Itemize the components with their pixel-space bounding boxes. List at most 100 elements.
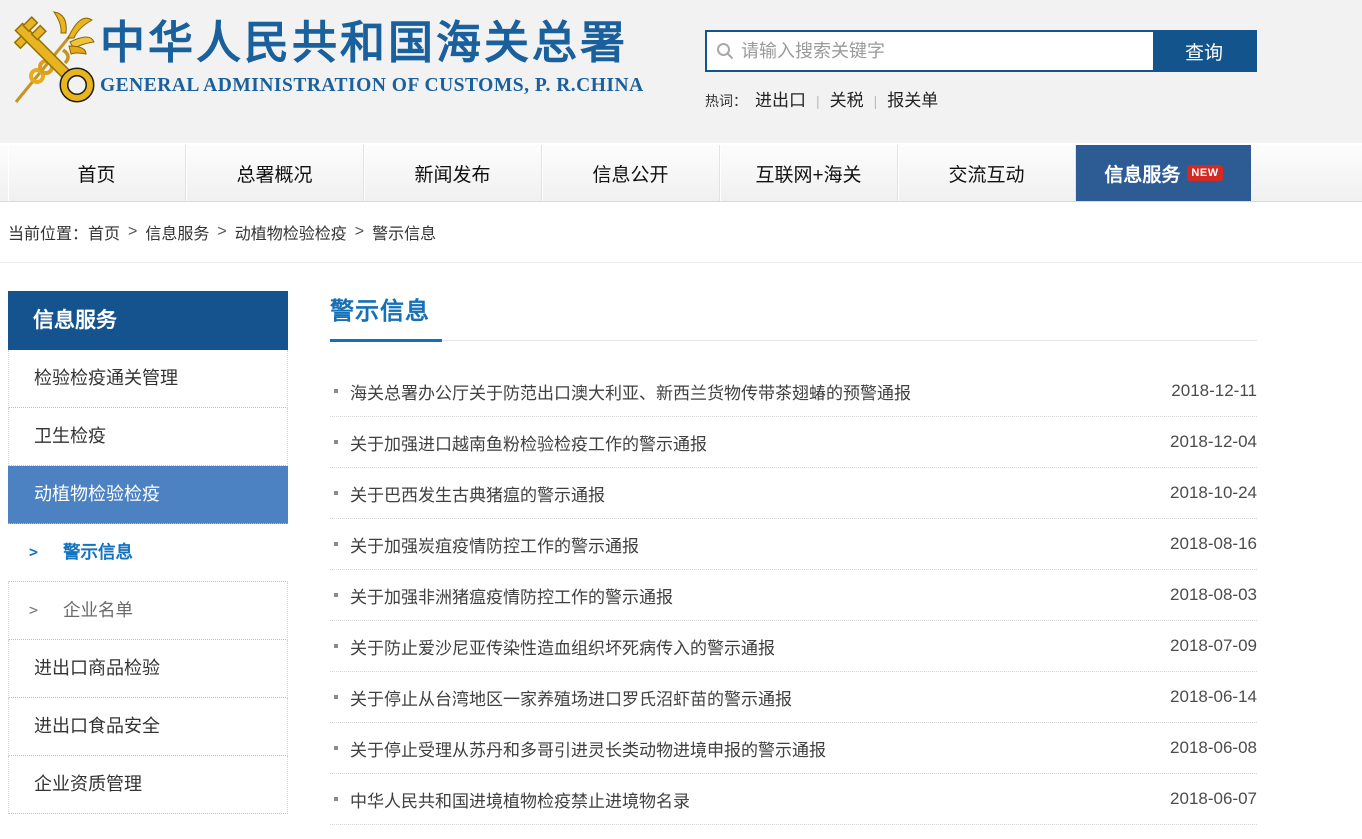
- notice-link[interactable]: 关于停止从台湾地区一家养殖场进口罗氏沼虾苗的警示通报: [350, 685, 1150, 710]
- chevron-right-icon: >: [29, 524, 38, 581]
- nav-item-label: 信息服务: [1104, 160, 1180, 187]
- nav-item[interactable]: 交流互动: [898, 145, 1076, 201]
- nav-item[interactable]: 新闻发布: [364, 145, 542, 201]
- hot-words-label: 热词：: [705, 91, 747, 111]
- notice-link[interactable]: 海关总署办公厅关于防范出口澳大利亚、新西兰货物传带茶翅蝽的预警通报: [350, 379, 1151, 404]
- notice-link[interactable]: 关于加强进口越南鱼粉检验检疫工作的警示通报: [350, 430, 1150, 455]
- title-accent-bar: [330, 339, 442, 342]
- list-item[interactable]: 关于加强非洲猪瘟疫情防控工作的警示通报 2018-08-03: [330, 570, 1257, 621]
- main-nav: 首页 总署概况 新闻发布 信息公开 互联网+海关 交流互动 信息服务 NEW: [0, 143, 1362, 202]
- sidebar-item[interactable]: 卫生检疫: [8, 408, 288, 466]
- sidebar-item[interactable]: > 企业名单: [8, 582, 288, 640]
- notice-date: 2018-06-08: [1170, 738, 1257, 758]
- sidebar-item-label: 动植物检验检疫: [34, 466, 160, 523]
- nav-item-label: 交流互动: [948, 160, 1024, 187]
- sidebar-item-label: 进出口商品检验: [34, 640, 160, 697]
- breadcrumb-link[interactable]: 警示信息: [372, 220, 436, 244]
- notice-date: 2018-06-14: [1170, 687, 1257, 707]
- notice-list: 海关总署办公厅关于防范出口澳大利亚、新西兰货物传带茶翅蝽的预警通报 2018-1…: [330, 366, 1257, 825]
- breadcrumb-link[interactable]: 首页: [88, 220, 120, 244]
- list-item[interactable]: 关于停止受理从苏丹和多哥引进灵长类动物进境申报的警示通报 2018-06-08: [330, 723, 1257, 774]
- bullet-icon: [334, 797, 338, 801]
- notice-date: 2018-06-07: [1170, 789, 1257, 809]
- bullet-icon: [334, 440, 338, 444]
- breadcrumb-separator: >: [355, 223, 364, 241]
- sidebar: 信息服务 检验检疫通关管理 卫生检疫 动植物检验检疫 > 警示信息 > 企业名单…: [8, 291, 288, 825]
- nav-item-label: 新闻发布: [414, 160, 490, 187]
- notice-date: 2018-08-03: [1170, 585, 1257, 605]
- list-item[interactable]: 关于加强炭疽疫情防控工作的警示通报 2018-08-16: [330, 519, 1257, 570]
- site-title: 中华人民共和国海关总署: [100, 14, 644, 73]
- list-item[interactable]: 中华人民共和国进境植物检疫禁止进境物名录 2018-06-07: [330, 774, 1257, 825]
- sidebar-title: 信息服务: [8, 291, 288, 350]
- customs-key-emblem-icon: [6, 6, 96, 110]
- sidebar-item[interactable]: 动植物检验检疫: [8, 466, 288, 524]
- nav-item-label: 互联网+海关: [755, 160, 861, 187]
- breadcrumb-link[interactable]: 信息服务: [145, 220, 209, 244]
- notice-date: 2018-12-11: [1171, 381, 1257, 401]
- breadcrumb-label: 当前位置：: [8, 220, 88, 244]
- breadcrumb: 当前位置： 首页 > 信息服务 > 动植物检验检疫 > 警示信息: [0, 202, 1362, 263]
- hot-word-link[interactable]: 关税: [830, 86, 864, 111]
- hot-word-link[interactable]: 报关单: [887, 86, 938, 111]
- sidebar-menu: 检验检疫通关管理 卫生检疫 动植物检验检疫 > 警示信息 > 企业名单 进出口商…: [8, 350, 288, 814]
- nav-item-label: 信息公开: [592, 160, 668, 187]
- notice-link[interactable]: 关于巴西发生古典猪瘟的警示通报: [350, 481, 1150, 506]
- notice-link[interactable]: 中华人民共和国进境植物检疫禁止进境物名录: [350, 787, 1150, 812]
- notice-link[interactable]: 关于停止受理从苏丹和多哥引进灵长类动物进境申报的警示通报: [350, 736, 1150, 761]
- nav-item[interactable]: 首页: [8, 145, 186, 201]
- logo: 中华人民共和国海关总署 GENERAL ADMINISTRATION OF CU…: [6, 6, 644, 110]
- sidebar-item-label: 进出口食品安全: [34, 698, 160, 755]
- sidebar-item[interactable]: 进出口食品安全: [8, 698, 288, 756]
- nav-item[interactable]: 总署概况: [186, 145, 364, 201]
- sidebar-item-label: 卫生检疫: [34, 408, 106, 465]
- nav-item[interactable]: 信息公开: [542, 145, 720, 201]
- nav-item[interactable]: 互联网+海关: [720, 145, 898, 201]
- page-header: 中华人民共和国海关总署 GENERAL ADMINISTRATION OF CU…: [0, 0, 1362, 143]
- sidebar-item-label: 企业名单: [63, 582, 133, 639]
- notice-link[interactable]: 关于加强炭疽疫情防控工作的警示通报: [350, 532, 1150, 557]
- hot-word-separator: |: [874, 93, 878, 109]
- bullet-icon: [334, 695, 338, 699]
- site-subtitle: GENERAL ADMINISTRATION OF CUSTOMS, P. R.…: [100, 75, 644, 97]
- nav-item-label: 首页: [77, 160, 115, 187]
- bullet-icon: [334, 389, 338, 393]
- notice-link[interactable]: 关于防止爱沙尼亚传染性造血组织坏死病传入的警示通报: [350, 634, 1150, 659]
- search-bar: 查询: [705, 30, 1257, 72]
- bullet-icon: [334, 593, 338, 597]
- chevron-right-icon: >: [29, 582, 38, 639]
- search-button[interactable]: 查询: [1153, 32, 1255, 70]
- bullet-icon: [334, 491, 338, 495]
- list-item[interactable]: 关于加强进口越南鱼粉检验检疫工作的警示通报 2018-12-04: [330, 417, 1257, 468]
- breadcrumb-separator: >: [217, 223, 226, 241]
- list-item[interactable]: 海关总署办公厅关于防范出口澳大利亚、新西兰货物传带茶翅蝽的预警通报 2018-1…: [330, 366, 1257, 417]
- notice-date: 2018-12-04: [1170, 432, 1257, 452]
- notice-link[interactable]: 关于加强非洲猪瘟疫情防控工作的警示通报: [350, 583, 1150, 608]
- search-icon: [716, 42, 734, 60]
- list-item[interactable]: 关于防止爱沙尼亚传染性造血组织坏死病传入的警示通报 2018-07-09: [330, 621, 1257, 672]
- bullet-icon: [334, 644, 338, 648]
- hot-words: 进出口 | 关税 | 报关单: [755, 86, 938, 111]
- nav-item-label: 总署概况: [236, 160, 312, 187]
- list-item[interactable]: 关于巴西发生古典猪瘟的警示通报 2018-10-24: [330, 468, 1257, 519]
- notice-date: 2018-08-16: [1170, 534, 1257, 554]
- nav-item[interactable]: 信息服务 NEW: [1076, 145, 1251, 201]
- main-panel: 警示信息 海关总署办公厅关于防范出口澳大利亚、新西兰货物传带茶翅蝽的预警通报 2…: [330, 291, 1257, 825]
- sidebar-item[interactable]: 进出口商品检验: [8, 640, 288, 698]
- hot-word-link[interactable]: 进出口: [755, 86, 806, 111]
- sidebar-item[interactable]: 企业资质管理: [8, 756, 288, 814]
- breadcrumb-link[interactable]: 动植物检验检疫: [235, 220, 347, 244]
- breadcrumb-separator: >: [128, 223, 137, 241]
- notice-date: 2018-07-09: [1170, 636, 1257, 656]
- list-item[interactable]: 关于停止从台湾地区一家养殖场进口罗氏沼虾苗的警示通报 2018-06-14: [330, 672, 1257, 723]
- bullet-icon: [334, 746, 338, 750]
- sidebar-item-label: 企业资质管理: [34, 756, 142, 813]
- sidebar-item[interactable]: > 警示信息: [8, 524, 288, 582]
- notice-date: 2018-10-24: [1170, 483, 1257, 503]
- search-input[interactable]: [707, 32, 1153, 70]
- hot-word-separator: |: [816, 93, 820, 109]
- sidebar-item-label: 警示信息: [63, 524, 133, 581]
- sidebar-item-label: 检验检疫通关管理: [34, 350, 178, 407]
- sidebar-item[interactable]: 检验检疫通关管理: [8, 350, 288, 408]
- bullet-icon: [334, 542, 338, 546]
